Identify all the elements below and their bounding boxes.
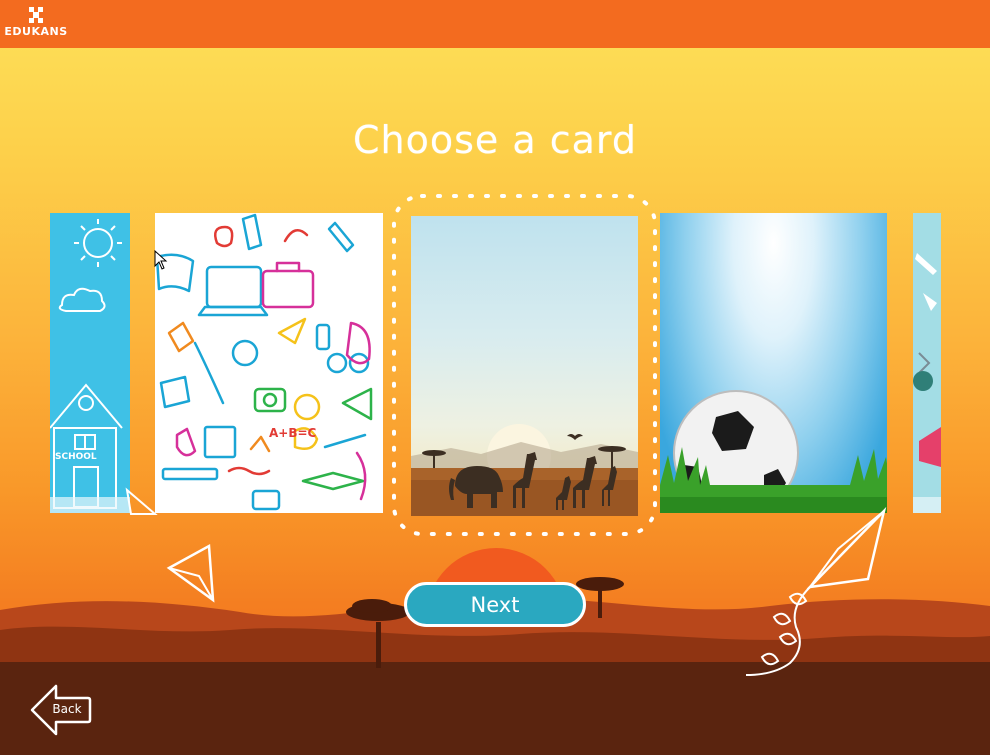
top-bar: EDUKANS	[0, 0, 990, 48]
logo-mark-icon	[29, 7, 43, 23]
logo-text: EDUKANS	[4, 25, 68, 38]
card-travel[interactable]	[913, 213, 941, 513]
card-school-doodles[interactable]: A+B=C	[155, 213, 383, 513]
travel-card-art	[913, 253, 941, 513]
school-sign-text: SCHOOL	[55, 452, 97, 462]
football-card-art	[660, 390, 887, 513]
mid-hills	[0, 626, 990, 755]
mouse-cursor-icon	[154, 250, 168, 270]
doodle-card-art: A+B=C	[155, 213, 373, 511]
next-button[interactable]: Next	[404, 582, 586, 627]
card-football[interactable]	[660, 213, 887, 513]
edukans-logo[interactable]: EDUKANS	[4, 6, 68, 42]
back-button-label: Back	[52, 702, 82, 716]
acacia-tree-left	[346, 599, 410, 668]
ground	[0, 662, 990, 755]
card-school[interactable]: SCHOOL	[50, 213, 130, 513]
kite-icon	[745, 506, 887, 676]
savanna-card-art	[411, 424, 638, 516]
card-chooser-screen: EDUKANS Choose a card SCHOOL A+B=C Next …	[0, 0, 990, 755]
school-card-art: SCHOOL	[50, 219, 130, 513]
doodle-math-text: A+B=C	[269, 426, 317, 440]
card-savanna[interactable]	[411, 216, 638, 516]
page-title: Choose a card	[353, 118, 637, 162]
